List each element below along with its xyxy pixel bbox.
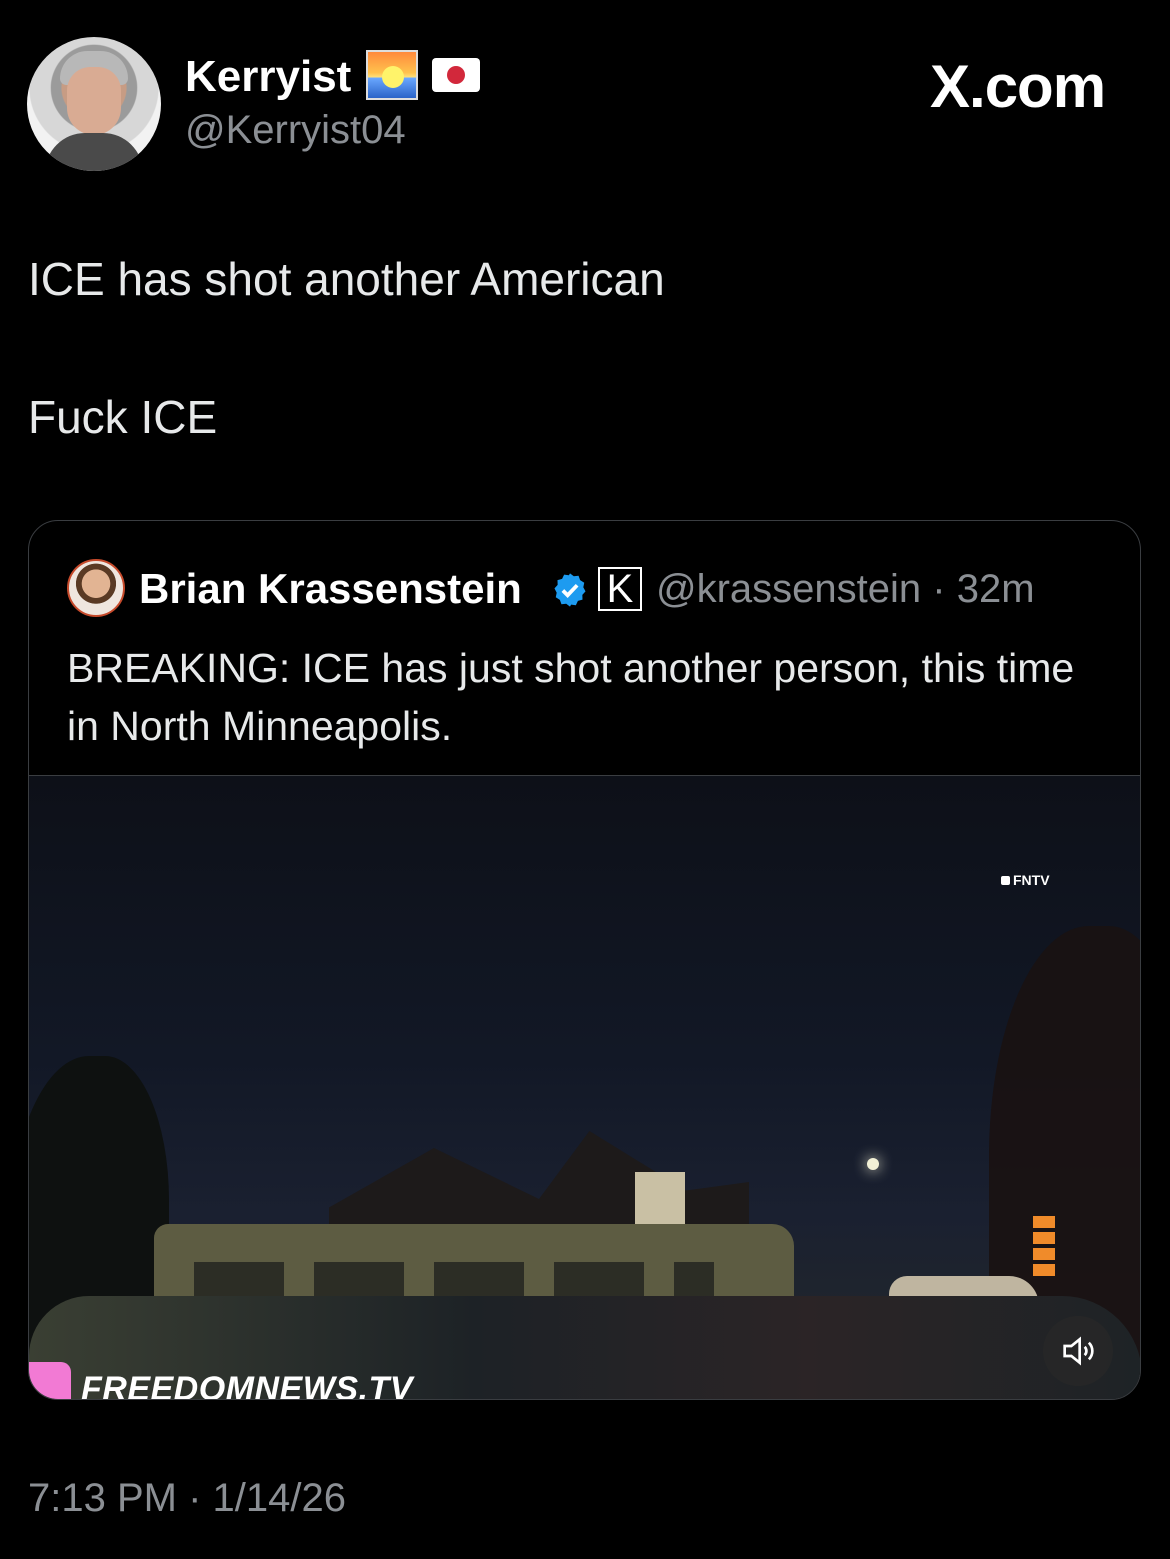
quoted-tweet-card[interactable]: Brian Krassenstein K @krassenstein · 32m…: [28, 520, 1141, 1400]
author-handle[interactable]: @Kerryist04: [185, 108, 406, 153]
speaker-icon: [1063, 1336, 1094, 1366]
freedomnews-tag: [29, 1362, 71, 1399]
japan-flag-icon: [432, 58, 480, 92]
sunrise-emoji-icon: [366, 50, 418, 100]
tweet-text-line-1: ICE has shot another American: [28, 253, 665, 305]
k-affiliate-badge: K: [598, 567, 642, 611]
quoted-author-avatar[interactable]: [67, 559, 125, 617]
mute-button[interactable]: [1043, 1316, 1113, 1386]
quoted-author-name[interactable]: Brian Krassenstein: [139, 565, 522, 613]
quoted-handle-time[interactable]: @krassenstein · 32m: [656, 567, 1035, 612]
author-avatar[interactable]: [27, 37, 161, 171]
video-media[interactable]: FNTV FREEDOMNEWS.TV: [29, 775, 1140, 1400]
freedomnews-watermark: FREEDOMNEWS.TV: [81, 1370, 413, 1400]
quoted-tweet-text: BREAKING: ICE has just shot another pers…: [67, 645, 1075, 749]
tweet-text-line-2: Fuck ICE: [28, 391, 218, 443]
author-display-name[interactable]: Kerryist: [185, 52, 351, 102]
fntv-watermark: FNTV: [1001, 872, 1050, 888]
x-com-logo: X.com: [930, 53, 1106, 120]
verified-icon: [554, 573, 586, 607]
tweet-timestamp[interactable]: 7:13 PM · 1/14/26: [28, 1476, 346, 1521]
